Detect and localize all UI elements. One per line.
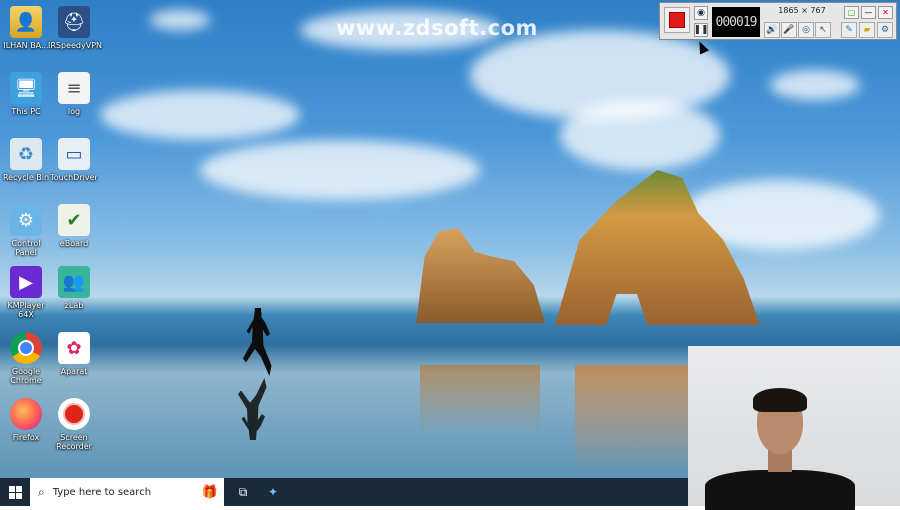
desktop-icon-chrome[interactable]: Google Chrome xyxy=(0,332,52,385)
recycle-bin-icon: ♻ xyxy=(10,138,42,170)
desktop-icon-label: zLab xyxy=(64,301,84,310)
record-timer: 000019 xyxy=(712,7,760,37)
minimize-button[interactable]: — xyxy=(861,6,876,19)
desktop-icon-label: KMPlayer 64X xyxy=(7,301,45,319)
gift-icon: 🎁 xyxy=(201,484,218,500)
cursor-icon: ↖ xyxy=(819,25,827,35)
gear-icon: ⚙ xyxy=(880,25,890,35)
rock-reflection xyxy=(575,365,690,475)
monitor-icon: ▭ xyxy=(58,138,90,170)
cloud xyxy=(770,70,860,100)
folder-button[interactable]: ▰ xyxy=(859,22,875,38)
firefox-icon xyxy=(10,398,42,430)
rock-reflection xyxy=(420,365,540,435)
screen-recorder-icon xyxy=(58,398,90,430)
desktop-icon-label: Screen Recorder xyxy=(56,433,92,451)
text-file-icon: ≡ xyxy=(58,72,90,104)
desktop-icon-screen-recorder[interactable]: Screen Recorder xyxy=(48,398,100,451)
recorder-window-buttons: ▢ — ✕ xyxy=(844,6,893,19)
close-button[interactable]: ✕ xyxy=(878,6,893,19)
desktop-icon-firefox[interactable]: Firefox xyxy=(0,398,52,442)
webcam-button[interactable]: ◎ xyxy=(798,22,814,38)
desktop-icon-label: TouchDriver xyxy=(50,173,98,182)
resolution-readout: 1865 × 767 xyxy=(778,6,826,15)
taskbar: ⌕ Type here to search 🎁 ⧉ ✦ xyxy=(0,478,688,506)
pen-icon: ✎ xyxy=(845,25,853,35)
desktop-icon-label: This PC xyxy=(11,107,41,116)
desktop-icon-label: Aparat xyxy=(60,367,88,376)
webcam-person-hair xyxy=(753,388,807,412)
chrome-icon xyxy=(10,332,42,364)
speaker-button[interactable]: 🔊 xyxy=(764,22,780,38)
desktop-icon-label: IRSpeedyVPN xyxy=(48,41,103,50)
desktop-icon-zlab[interactable]: 👥 zLab xyxy=(48,266,100,310)
pause-icon: ❚❚ xyxy=(693,25,709,35)
task-view-icon: ⧉ xyxy=(238,484,248,499)
region-icon: ▢ xyxy=(847,8,856,17)
desktop-icon-this-pc[interactable]: 🖥 This PC xyxy=(0,72,52,116)
desktop-icon-user-folder[interactable]: 👤 ILHAN BA... xyxy=(0,6,52,50)
stop-square-icon xyxy=(669,12,685,28)
desktop-icon-log[interactable]: ≡ log xyxy=(48,72,100,116)
settings-button[interactable]: ⚙ xyxy=(877,22,893,38)
kmplayer-icon: ▶ xyxy=(10,266,42,298)
eboard-icon: ✔ xyxy=(58,204,90,236)
recorder-tools: 🔊 🎤 ◎ ↖ xyxy=(764,22,831,38)
pause-button[interactable]: ❚❚ xyxy=(693,23,709,37)
folder-icon: ▰ xyxy=(863,25,871,35)
aparat-icon: ✿ xyxy=(58,332,90,364)
camera-button[interactable]: ◉ xyxy=(694,6,708,20)
runner-silhouette xyxy=(243,308,272,376)
cloud xyxy=(200,140,480,200)
runner-reflection xyxy=(238,378,267,440)
desktop-icon-touchdriver[interactable]: ▭ TouchDriver xyxy=(48,138,100,182)
recorder-extra-tools: ✎ ▰ ⚙ xyxy=(841,22,893,38)
webcam-person-shirt xyxy=(705,470,855,510)
speaker-icon: 🔊 xyxy=(766,25,778,35)
recorder-toolbar: ◉ ❚❚ 000019 1865 × 767 🔊 🎤 ◎ ↖ ▢ — ✕ ✎ ▰… xyxy=(659,2,897,40)
microphone-button[interactable]: 🎤 xyxy=(781,22,797,38)
rock-small xyxy=(416,228,545,323)
close-icon: ✕ xyxy=(882,8,889,17)
cloud xyxy=(150,10,210,30)
start-button[interactable] xyxy=(0,478,30,506)
pen-button[interactable]: ✎ xyxy=(841,22,857,38)
task-view-button[interactable]: ⧉ xyxy=(232,481,254,503)
watermark-text: www.zdsoft.com xyxy=(336,16,538,40)
search-placeholder: Type here to search xyxy=(52,486,152,498)
vpn-icon: ⛑ xyxy=(58,6,90,38)
desktop-icon-vpn[interactable]: ⛑ IRSpeedyVPN xyxy=(48,6,103,50)
desktop-icon-label: Control Panel xyxy=(11,239,41,257)
camera-icon: ◉ xyxy=(697,8,705,18)
desktop-icon-recycle-bin[interactable]: ♻ Recycle Bin xyxy=(0,138,52,182)
computer-icon: 🖥 xyxy=(10,72,42,104)
desktop-icon-control-panel[interactable]: ⚙ Control Panel xyxy=(0,204,52,257)
region-button[interactable]: ▢ xyxy=(844,6,859,19)
control-panel-icon: ⚙ xyxy=(10,204,42,236)
desktop-icon-aparat[interactable]: ✿ Aparat xyxy=(48,332,100,376)
webcam-icon: ◎ xyxy=(802,25,810,35)
taskbar-search-box[interactable]: ⌕ Type here to search 🎁 xyxy=(30,478,224,506)
cloud xyxy=(100,90,300,140)
desktop-icon-label: Firefox xyxy=(12,433,40,442)
desktop-icon-label: Recycle Bin xyxy=(2,173,50,182)
desktop-icon-label: log xyxy=(67,107,81,116)
copilot-icon: ✦ xyxy=(267,485,279,499)
windows-logo-icon xyxy=(8,485,22,499)
zlab-icon: 👥 xyxy=(58,266,90,298)
copilot-button[interactable]: ✦ xyxy=(262,481,284,503)
desktop-icon-kmplayer[interactable]: ▶ KMPlayer 64X xyxy=(0,266,52,319)
search-icon: ⌕ xyxy=(38,484,45,499)
user-folder-icon: 👤 xyxy=(10,6,42,38)
cloud xyxy=(560,100,720,170)
desktop-icon-label: Google Chrome xyxy=(10,367,42,385)
desktop-icon-label: ILHAN BA... xyxy=(3,41,49,50)
stop-record-button[interactable] xyxy=(664,7,690,33)
minimize-icon: — xyxy=(864,8,873,17)
desktop-icon-eboard[interactable]: ✔ eBoard xyxy=(48,204,100,248)
desktop-icon-label: eBoard xyxy=(59,239,89,248)
microphone-icon: 🎤 xyxy=(783,25,795,35)
cursor-button[interactable]: ↖ xyxy=(815,22,831,38)
